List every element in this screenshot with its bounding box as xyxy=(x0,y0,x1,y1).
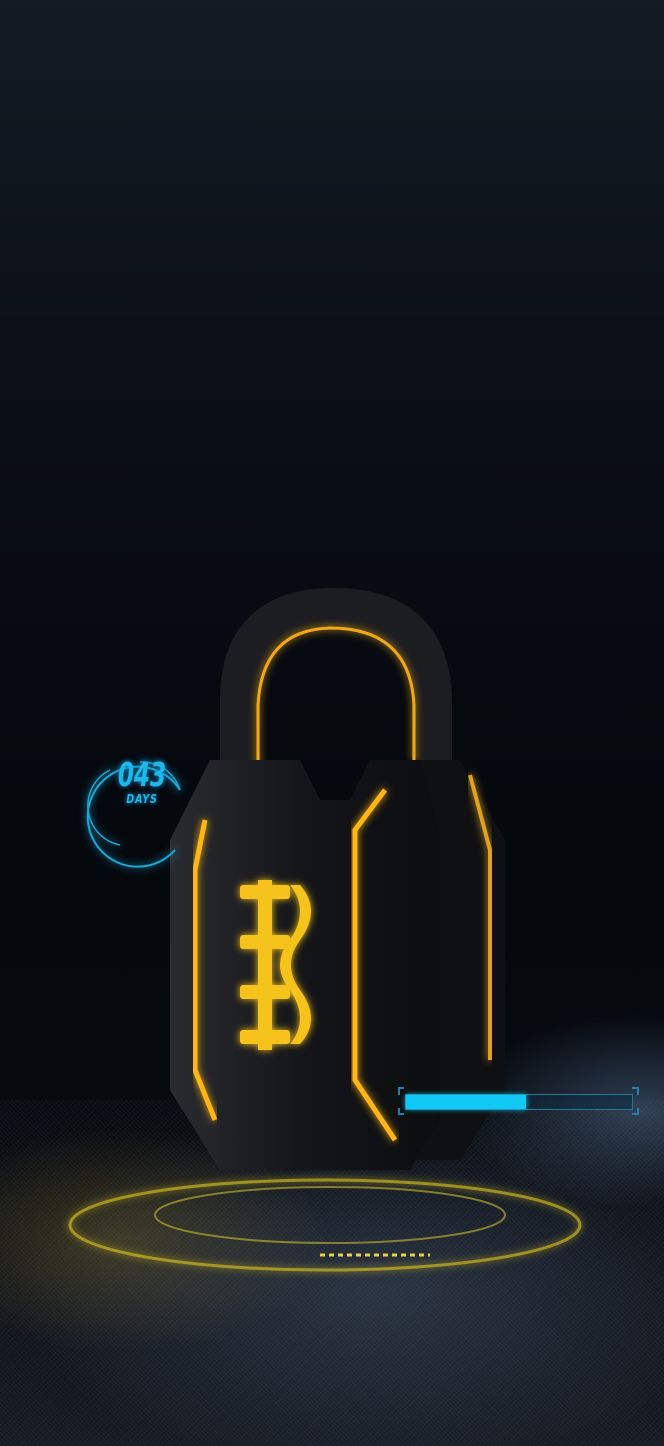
days-counter-value: 043 xyxy=(117,755,167,794)
progress-bar xyxy=(405,1094,633,1110)
hero-scene: 043 DAYS xyxy=(0,0,664,1446)
padlock-icon xyxy=(170,587,505,1170)
scene-artwork xyxy=(68,587,639,1272)
days-counter: 043 DAYS xyxy=(86,755,198,807)
days-counter-unit: DAYS xyxy=(126,792,158,806)
floor-rings xyxy=(68,1178,582,1272)
progress-bar-fill xyxy=(406,1095,526,1109)
